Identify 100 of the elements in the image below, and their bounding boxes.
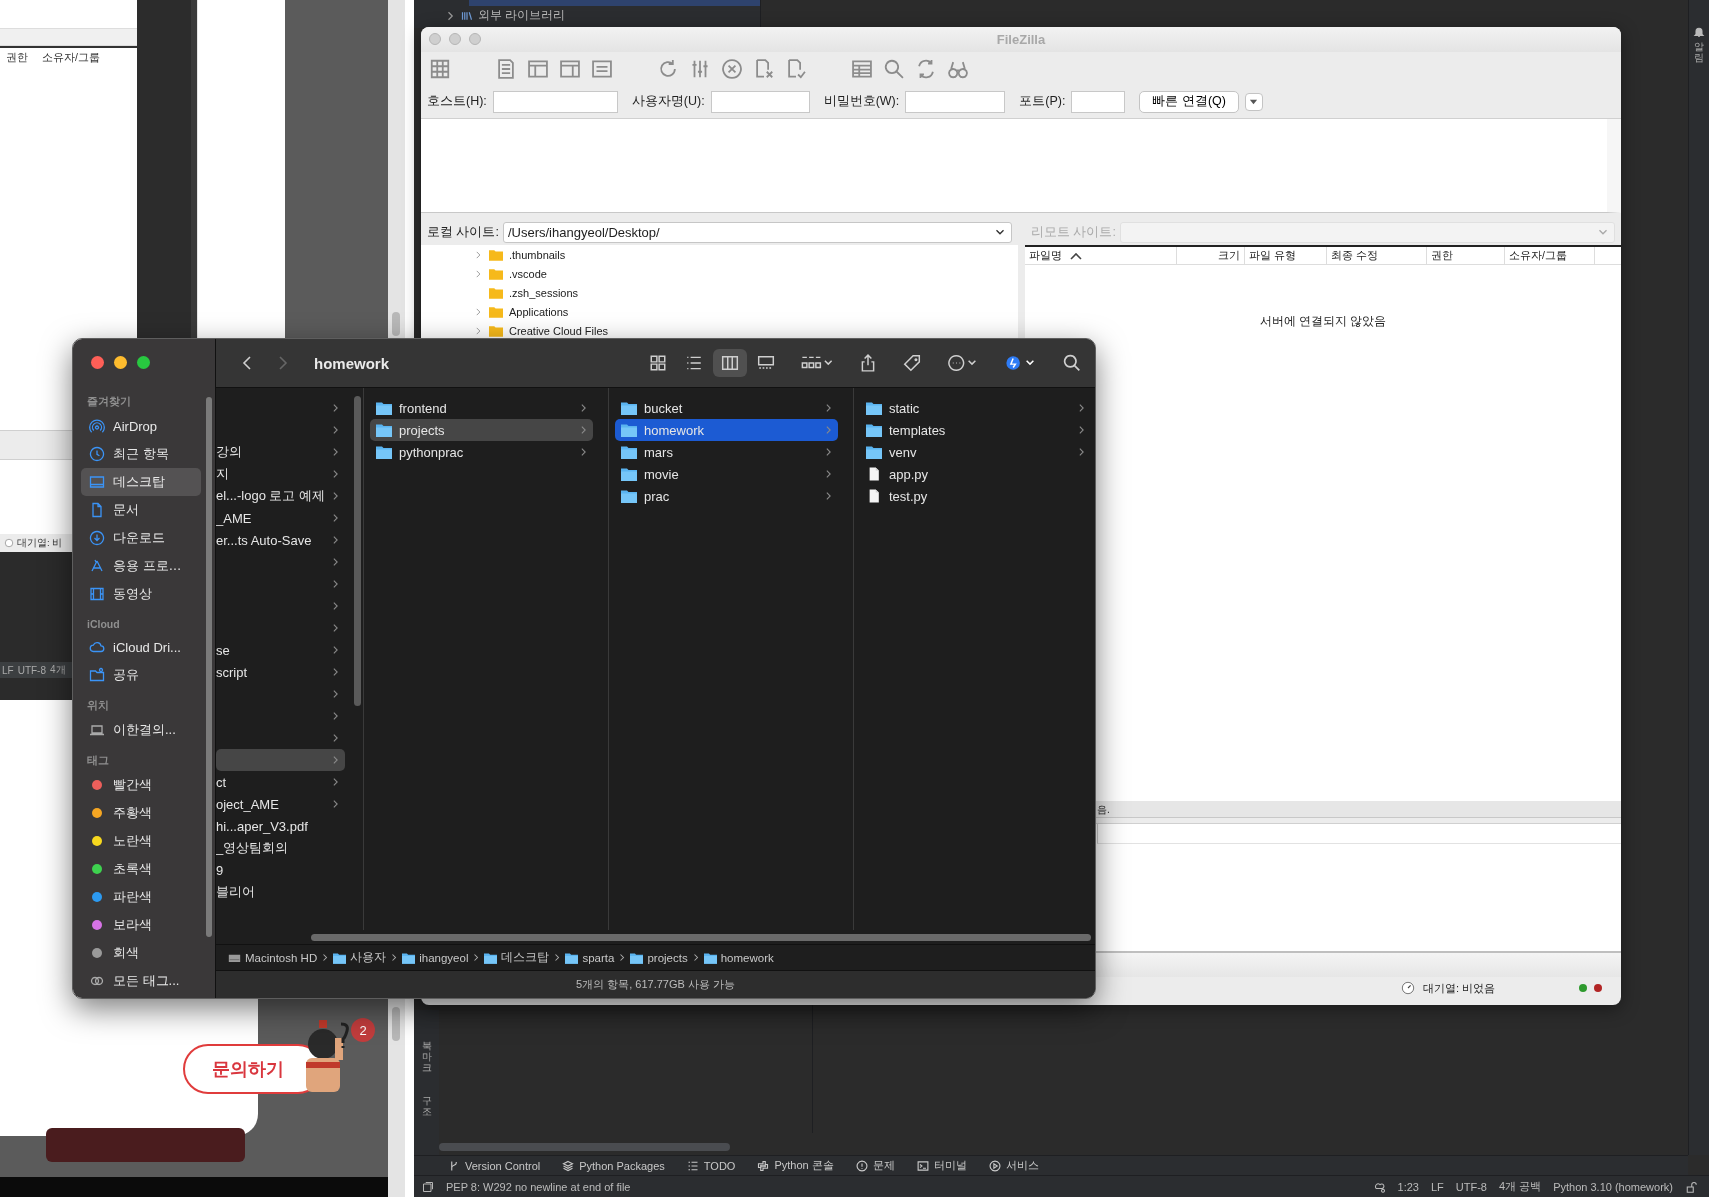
file-row[interactable]: test.py (860, 485, 1091, 507)
file-row[interactable]: hi...aper_V3.pdf (216, 815, 345, 837)
status-item[interactable]: Python 3.10 (homework) (1553, 1180, 1673, 1193)
file-row[interactable]: homework (615, 419, 838, 441)
file-row[interactable]: app.py (860, 463, 1091, 485)
minimize-button[interactable] (114, 356, 127, 369)
column-view-button[interactable] (713, 349, 747, 377)
file-row[interactable]: ct (216, 771, 345, 793)
document-check-icon[interactable] (785, 57, 807, 80)
file-row[interactable]: el...-logo 로고 예제 (216, 485, 345, 507)
path-item[interactable]: 데스크탑 (484, 950, 550, 965)
tree-item[interactable]: .vscode (473, 264, 547, 283)
more-button[interactable] (947, 354, 979, 372)
tree-item[interactable]: Creative Cloud Files (473, 321, 609, 340)
path-item[interactable]: Macintosh HD (228, 951, 318, 964)
chevron-icon[interactable] (473, 325, 483, 336)
tool-tab[interactable]: Version Control (448, 1159, 541, 1172)
file-row[interactable]: prac (615, 485, 838, 507)
status-item[interactable]: 4개 공백 (1498, 1179, 1542, 1194)
search-icon[interactable] (883, 57, 905, 80)
tool-tab[interactable]: Python 콘솔 (757, 1158, 834, 1173)
file-row[interactable]: se (216, 639, 345, 661)
path-item[interactable]: homework (703, 951, 774, 964)
tool-tab[interactable]: TODO (686, 1159, 736, 1172)
file-row[interactable]: 9 (216, 859, 345, 881)
dropdown-field[interactable] (0, 28, 137, 46)
scrollbar-thumb[interactable] (354, 396, 361, 706)
side-tab[interactable]: 구조 (421, 1095, 432, 1117)
file-row[interactable]: templates (860, 419, 1091, 441)
file-row[interactable]: er...ts Auto-Save (216, 529, 345, 551)
close-button[interactable] (91, 356, 104, 369)
tree-item[interactable]: .thumbnails (473, 245, 566, 264)
document-icon[interactable] (495, 57, 517, 80)
tool-tab[interactable]: 서비스 (988, 1158, 1039, 1173)
file-row[interactable]: static (860, 397, 1091, 419)
refresh-icon[interactable] (657, 57, 679, 80)
zoom-button[interactable] (137, 356, 150, 369)
file-row[interactable]: frontend (370, 397, 593, 419)
chevron-icon[interactable] (473, 249, 483, 260)
quick-connect-button[interactable]: 빠른 연결(Q) (1139, 90, 1239, 113)
file-row[interactable]: oject_AME (216, 793, 345, 815)
scrollbar-thumb[interactable] (311, 933, 1091, 941)
sidebar-item[interactable]: 동영상 (81, 580, 201, 608)
file-row[interactable]: movie (615, 463, 838, 485)
window-control[interactable] (449, 33, 461, 45)
path-item[interactable]: ihangyeol (402, 951, 469, 964)
document-x-icon[interactable] (753, 57, 775, 80)
chevron-icon[interactable] (473, 306, 483, 317)
window-control[interactable] (429, 33, 441, 45)
file-row[interactable]: projects (370, 419, 593, 441)
tool-tab[interactable]: Python Packages (562, 1159, 665, 1172)
sidebar-item[interactable]: 노란색 (81, 827, 201, 855)
status-item[interactable]: UTF-8 (1455, 1180, 1487, 1193)
path-item[interactable]: 사용자 (333, 950, 387, 965)
scrollbar-thumb[interactable] (392, 312, 400, 336)
side-tab[interactable]: 북마크 (421, 1040, 432, 1073)
file-row[interactable]: _영상팀회의 (216, 837, 345, 859)
path-dropdown[interactable]: /Users/ihangyeol/Desktop/ (502, 221, 1012, 243)
chevron-icon[interactable] (473, 268, 483, 279)
file-row[interactable]: mars (615, 441, 838, 463)
cancel-icon[interactable] (721, 57, 743, 80)
sidebar-item[interactable]: 회색 (81, 939, 201, 967)
scrollbar-thumb[interactable] (206, 397, 212, 937)
scrollbar-thumb[interactable] (439, 1143, 730, 1151)
input-field[interactable] (710, 90, 810, 113)
file-row[interactable]: bucket (615, 397, 838, 419)
sidebar-item[interactable]: 응용 프로… (81, 552, 201, 580)
file-row[interactable]: script (216, 661, 345, 683)
tree-item[interactable]: .zsh_sessions (473, 283, 579, 302)
tool-tab[interactable]: 터미널 (916, 1158, 967, 1173)
tree-item[interactable]: 외부 라이브러리 (478, 7, 566, 24)
grid-icon[interactable] (429, 57, 451, 80)
bell-icon[interactable] (1693, 26, 1705, 38)
search-button[interactable] (1063, 354, 1081, 372)
path-item[interactable]: sparta (565, 951, 615, 964)
tool-tab[interactable]: 문제 (855, 1158, 895, 1173)
path-item[interactable]: projects (630, 951, 688, 964)
sidebar-item[interactable]: 공유 (81, 661, 201, 689)
dropdown-button[interactable] (1244, 92, 1263, 111)
status-item[interactable]: LF (1430, 1180, 1444, 1193)
sidebar-item[interactable]: 빨간색 (81, 771, 201, 799)
input-field[interactable] (492, 90, 618, 113)
file-row[interactable]: _AME (216, 507, 345, 529)
file-row[interactable]: 블리어 (216, 881, 345, 903)
tag-button[interactable] (903, 354, 921, 372)
sidebar-item[interactable]: 이한결의... (81, 716, 201, 744)
sidebar-item[interactable]: 다운로드 (81, 524, 201, 552)
panel-toggle-icon[interactable] (422, 1180, 434, 1193)
window-control[interactable] (469, 33, 481, 45)
input-field[interactable] (1071, 90, 1126, 113)
sidebar-item[interactable]: 주황색 (81, 799, 201, 827)
sidebar-item[interactable]: 문서 (81, 496, 201, 524)
sidebar-item[interactable]: iCloud Dri... (81, 633, 201, 661)
file-row[interactable]: pythonprac (370, 441, 593, 463)
notifications-tab[interactable]: 알림 (1694, 41, 1704, 63)
sync-icon[interactable] (915, 57, 937, 80)
airdrop-button[interactable] (1005, 354, 1037, 372)
file-row[interactable]: venv (860, 441, 1091, 463)
sidebar-item[interactable]: 모든 태그... (81, 967, 201, 995)
sidebar-item[interactable]: 데스크탑 (81, 468, 201, 496)
